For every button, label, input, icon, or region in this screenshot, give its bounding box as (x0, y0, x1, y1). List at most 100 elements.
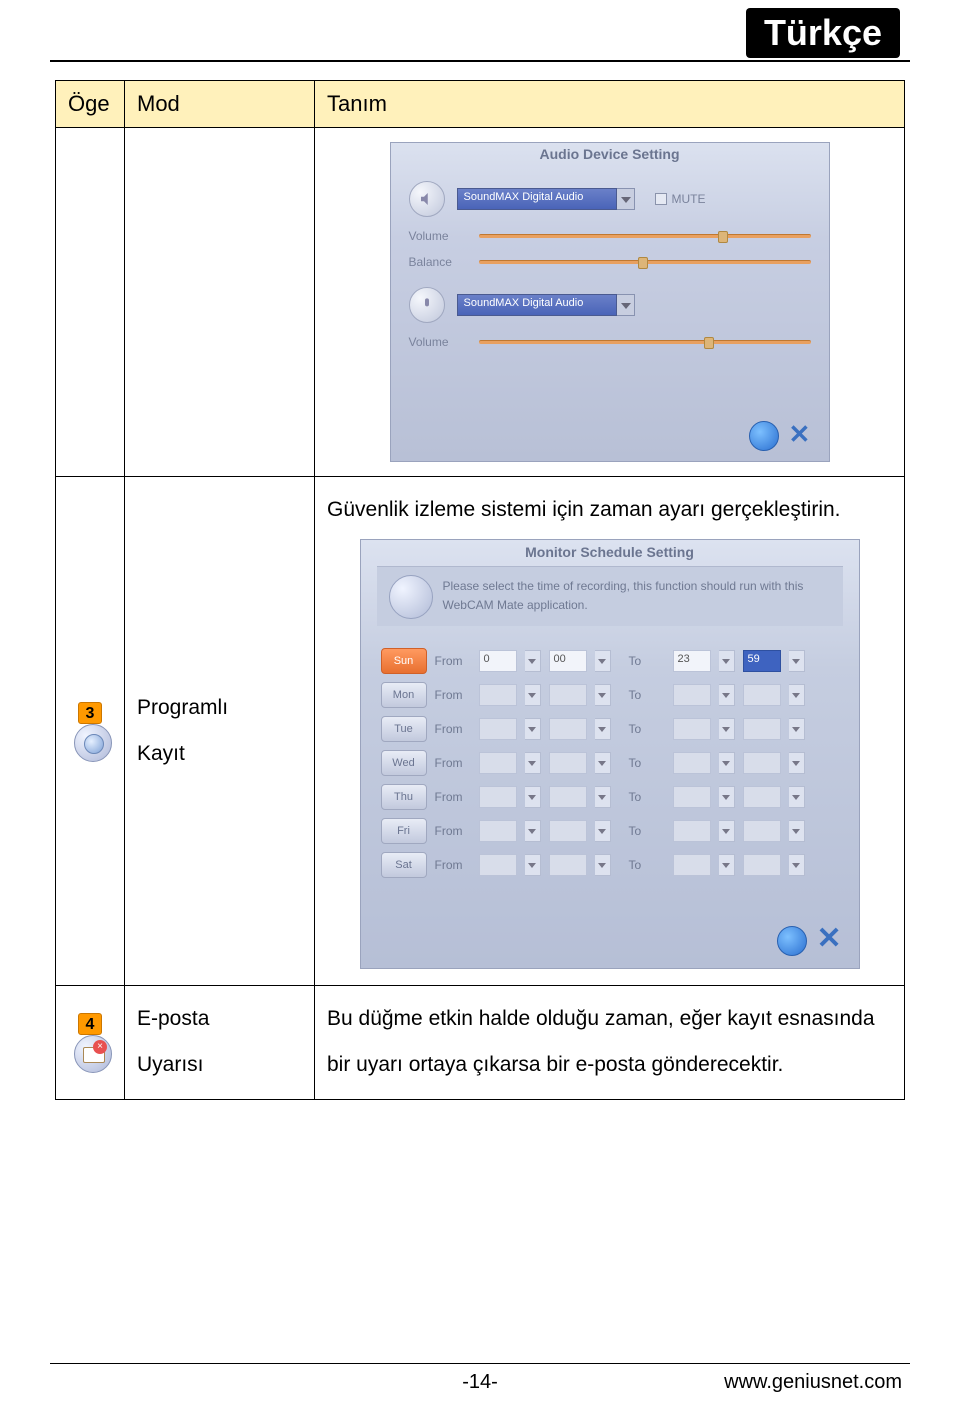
from-min-input[interactable]: 00 (549, 650, 587, 672)
dropdown-arrow-icon[interactable] (719, 820, 735, 842)
dropdown-arrow-icon[interactable] (525, 752, 541, 774)
to-min-input[interactable] (743, 820, 781, 842)
to-hour-input[interactable] (673, 820, 711, 842)
to-hour-input[interactable]: 23 (673, 650, 711, 672)
footer-link: www.geniusnet.com (724, 1371, 902, 1394)
dropdown-arrow-icon[interactable] (789, 718, 805, 740)
dropdown-arrow-icon[interactable] (595, 684, 611, 706)
dropdown-arrow-icon[interactable] (525, 786, 541, 808)
dropdown-arrow-icon[interactable] (789, 752, 805, 774)
from-min-input[interactable] (549, 820, 587, 842)
item-number-badge: 3 (78, 702, 102, 724)
schedule-record-icon[interactable] (74, 724, 112, 762)
dropdown-arrow-icon[interactable] (719, 650, 735, 672)
from-hour-input[interactable] (479, 684, 517, 706)
th-mode: Mod (125, 81, 315, 128)
from-hour-input[interactable] (479, 854, 517, 876)
th-desc: Tanım (315, 81, 905, 128)
dropdown-arrow-icon[interactable] (595, 752, 611, 774)
dropdown-arrow-icon[interactable] (525, 650, 541, 672)
from-min-input[interactable] (549, 786, 587, 808)
dropdown-arrow-icon[interactable] (525, 718, 541, 740)
from-hour-input[interactable]: 0 (479, 650, 517, 672)
to-hour-input[interactable] (673, 854, 711, 876)
dropdown-arrow-icon[interactable] (595, 820, 611, 842)
to-hour-input[interactable] (673, 718, 711, 740)
schedule-day-row: SunFrom000To2359 (381, 648, 839, 674)
dropdown-arrow-icon[interactable] (719, 752, 735, 774)
dropdown-arrow-icon[interactable] (525, 684, 541, 706)
balance-slider[interactable] (479, 260, 811, 264)
dropdown-arrow-icon[interactable] (789, 650, 805, 672)
day-toggle-fri[interactable]: Fri (381, 818, 427, 844)
dropdown-arrow-icon[interactable] (719, 854, 735, 876)
to-min-input[interactable] (743, 718, 781, 740)
from-hour-input[interactable] (479, 718, 517, 740)
table-row: Audio Device Setting SoundMAX Digital Au… (56, 128, 905, 477)
dropdown-arrow-icon[interactable] (525, 820, 541, 842)
dropdown-arrow-icon[interactable] (719, 684, 735, 706)
output-device-select[interactable]: SoundMAX Digital Audio (457, 188, 617, 210)
header-rule (50, 60, 910, 62)
dropdown-arrow-icon[interactable] (595, 786, 611, 808)
dropdown-arrow-icon[interactable] (595, 718, 611, 740)
mute-checkbox[interactable]: MUTE (655, 192, 706, 206)
to-hour-input[interactable] (673, 684, 711, 706)
dropdown-arrow-icon[interactable] (617, 294, 635, 316)
to-label: To (629, 756, 665, 770)
mode-name: Uyarısı (137, 1042, 302, 1088)
output-volume-slider[interactable] (479, 234, 811, 238)
language-badge: Türkçe (746, 8, 900, 58)
email-alert-icon[interactable]: × (74, 1035, 112, 1073)
to-min-input[interactable] (743, 752, 781, 774)
day-toggle-sat[interactable]: Sat (381, 852, 427, 878)
th-item: Öge (56, 81, 125, 128)
dropdown-arrow-icon[interactable] (617, 188, 635, 210)
schedule-day-row: TueFromTo (381, 716, 839, 742)
feature-table: Öge Mod Tanım Audio Device Setting Sound… (55, 80, 905, 1100)
input-volume-slider[interactable] (479, 340, 811, 344)
ok-button[interactable] (749, 421, 779, 451)
day-toggle-sun[interactable]: Sun (381, 648, 427, 674)
day-toggle-thu[interactable]: Thu (381, 784, 427, 810)
from-hour-input[interactable] (479, 820, 517, 842)
dropdown-arrow-icon[interactable] (595, 854, 611, 876)
from-min-input[interactable] (549, 752, 587, 774)
dropdown-arrow-icon[interactable] (789, 820, 805, 842)
dropdown-arrow-icon[interactable] (789, 854, 805, 876)
dropdown-arrow-icon[interactable] (789, 684, 805, 706)
schedule-panel-title: Monitor Schedule Setting (361, 544, 859, 560)
from-label: From (435, 824, 471, 838)
to-min-input[interactable] (743, 786, 781, 808)
dropdown-arrow-icon[interactable] (719, 786, 735, 808)
ok-button[interactable] (777, 926, 807, 956)
to-hour-input[interactable] (673, 752, 711, 774)
from-hour-input[interactable] (479, 752, 517, 774)
dropdown-arrow-icon[interactable] (595, 650, 611, 672)
from-min-input[interactable] (549, 718, 587, 740)
to-label: To (629, 824, 665, 838)
cancel-button[interactable]: ✕ (789, 421, 815, 447)
from-hour-input[interactable] (479, 786, 517, 808)
mic-input-icon (409, 287, 445, 323)
mode-name: E-posta (137, 996, 302, 1042)
dropdown-arrow-icon[interactable] (525, 854, 541, 876)
row-description: Güvenlik izleme sistemi için zaman ayarı… (327, 487, 892, 533)
to-min-input[interactable] (743, 684, 781, 706)
to-hour-input[interactable] (673, 786, 711, 808)
to-min-input[interactable] (743, 854, 781, 876)
input-device-select[interactable]: SoundMAX Digital Audio (457, 294, 617, 316)
audio-device-setting-panel: Audio Device Setting SoundMAX Digital Au… (390, 142, 830, 462)
from-min-input[interactable] (549, 684, 587, 706)
cancel-button[interactable]: ✕ (817, 926, 843, 952)
from-min-input[interactable] (549, 854, 587, 876)
dropdown-arrow-icon[interactable] (719, 718, 735, 740)
dropdown-arrow-icon[interactable] (789, 786, 805, 808)
volume-label: Volume (409, 229, 479, 243)
to-min-input[interactable]: 59 (743, 650, 781, 672)
day-toggle-wed[interactable]: Wed (381, 750, 427, 776)
from-label: From (435, 654, 471, 668)
day-toggle-tue[interactable]: Tue (381, 716, 427, 742)
clock-icon (389, 575, 433, 619)
day-toggle-mon[interactable]: Mon (381, 682, 427, 708)
